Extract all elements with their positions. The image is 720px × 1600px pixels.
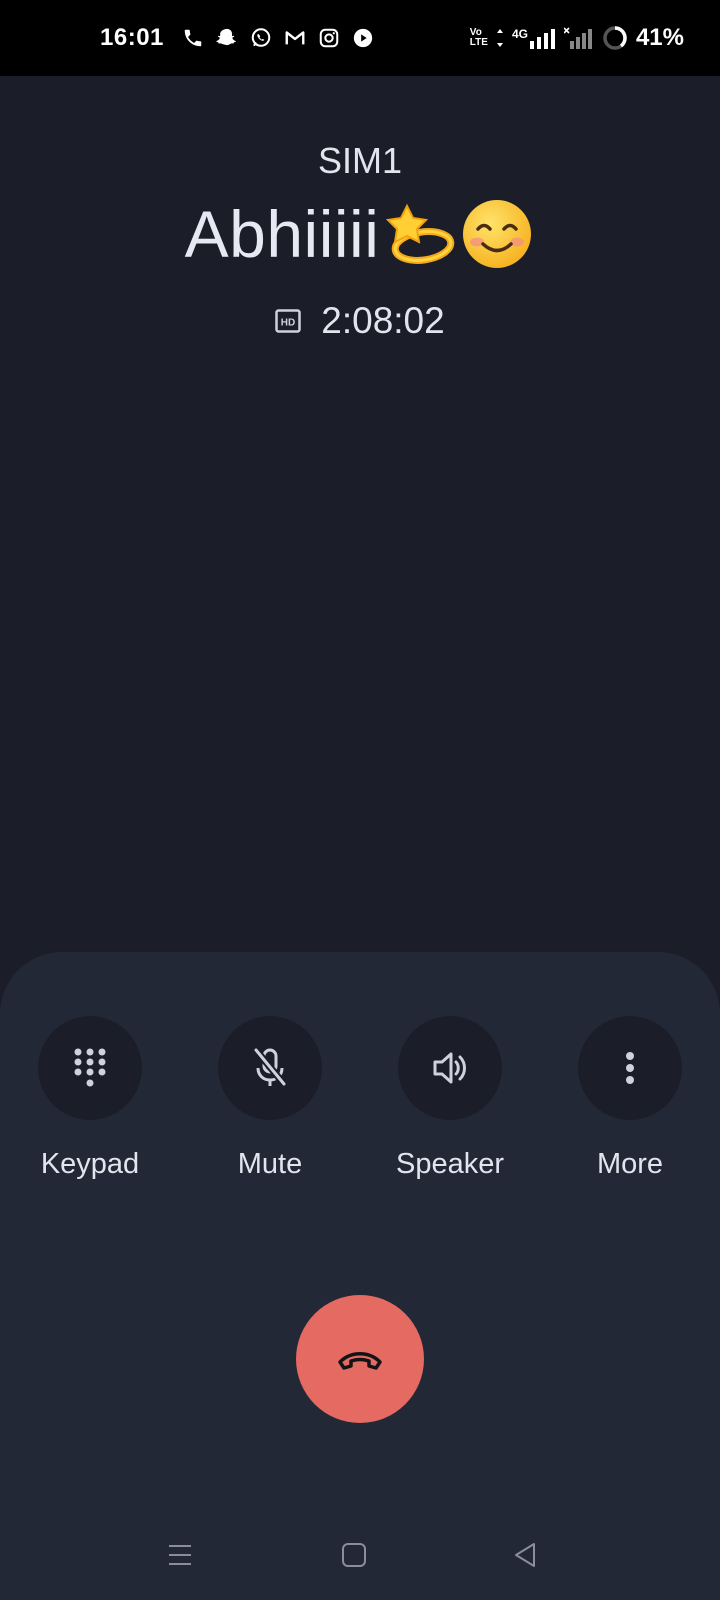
home-button[interactable] (324, 1520, 384, 1590)
call-duration-row: HD 2:08:02 (0, 300, 720, 342)
network-type: 4G (511, 27, 528, 41)
back-icon (515, 1543, 535, 1567)
signal-bars-icon (529, 29, 555, 49)
battery-percent: 41% (635, 24, 684, 51)
status-bar: 16:01 Vo LTE 4G 41% (0, 0, 720, 76)
end-call-button[interactable] (296, 1295, 424, 1423)
speaker-circle[interactable] (398, 1016, 502, 1120)
more-label: More (596, 1148, 664, 1180)
youtube-icon (352, 27, 374, 49)
navigation-bar (0, 1520, 720, 1590)
status-time: 16:01 (100, 24, 164, 51)
speaker-icon (433, 1052, 466, 1084)
snapchat-icon (216, 27, 238, 49)
end-call-icon (338, 1352, 382, 1370)
keypad-label: Keypad (40, 1148, 140, 1180)
status-right: Vo LTE 4G 41% (470, 24, 684, 52)
keypad-button[interactable]: Keypad (0, 1016, 180, 1181)
call-controls-sheet: Keypad Mute Speaker More (0, 952, 720, 1600)
instagram-icon (318, 27, 340, 49)
hd-badge-text: HD (281, 318, 295, 329)
volte-bottom: LTE (469, 37, 488, 48)
no-signal-icon (563, 27, 592, 49)
mute-circle[interactable] (218, 1016, 322, 1120)
data-arrows-icon (496, 29, 503, 47)
sim-label: SIM1 (317, 140, 403, 181)
gmail-icon (284, 27, 306, 49)
phone-icon (182, 27, 204, 49)
back-button[interactable] (496, 1520, 556, 1590)
more-button[interactable]: More (540, 1016, 720, 1181)
mute-button[interactable]: Mute (180, 1016, 360, 1181)
home-icon (342, 1543, 366, 1567)
more-vertical-icon (626, 1052, 634, 1084)
smiling-face-emoji-icon (459, 196, 535, 272)
mic-off-icon (253, 1047, 287, 1087)
caller-name: Abhiiiii (184, 197, 380, 271)
hd-icon: HD (275, 309, 302, 333)
speaker-label: Speaker (395, 1148, 504, 1180)
signal-sim1: 4G (496, 27, 556, 49)
caller-row: Abhiiiii (0, 196, 720, 272)
recents-button[interactable] (150, 1520, 210, 1590)
signal-sim2 (563, 27, 594, 49)
battery-ring-icon (603, 26, 627, 50)
call-actions: Keypad Mute Speaker More (0, 1016, 720, 1196)
menu-icon (169, 1545, 191, 1565)
keypad-circle[interactable] (38, 1016, 142, 1120)
more-circle[interactable] (578, 1016, 682, 1120)
call-duration: 2:08:02 (321, 300, 445, 341)
whatsapp-icon (250, 27, 272, 49)
keypad-icon (74, 1048, 106, 1087)
call-screen: 16:01 Vo LTE 4G 41% SIM1 Abhiiiii HD 2:0… (0, 0, 720, 1600)
volte-badge: Vo LTE (470, 28, 488, 48)
speaker-button[interactable]: Speaker (360, 1016, 540, 1181)
mute-label: Mute (237, 1148, 303, 1180)
notification-icons (182, 27, 374, 49)
dizzy-emoji-icon (381, 196, 457, 272)
